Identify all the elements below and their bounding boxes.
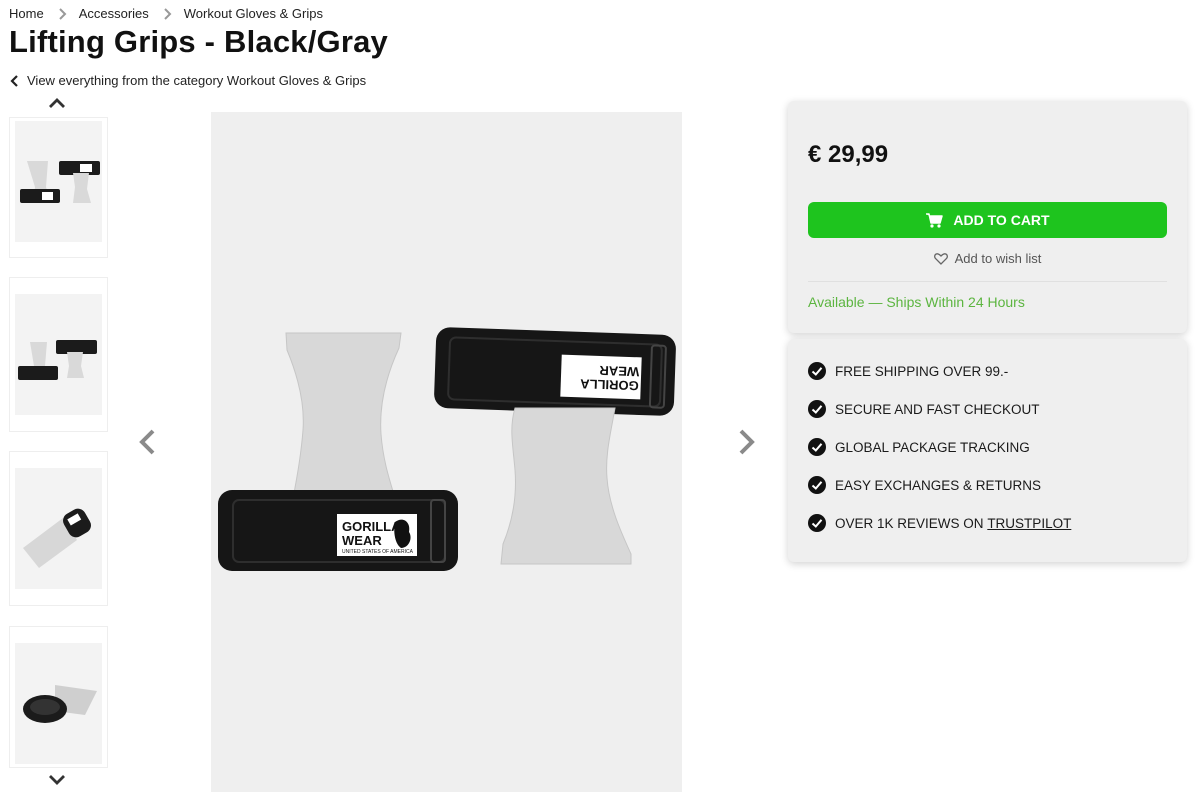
lifting-grips-illustration: GORILLA WEAR UNITED STATES OF AMERICA GO… bbox=[218, 327, 676, 571]
check-circle-icon bbox=[808, 400, 826, 418]
trustpilot-link[interactable]: TRUSTPILOT bbox=[987, 516, 1071, 531]
breadcrumb-home[interactable]: Home bbox=[9, 6, 44, 21]
brand-label-line3: UNITED STATES OF AMERICA bbox=[342, 549, 414, 555]
main-product-image: GORILLA WEAR UNITED STATES OF AMERICA GO… bbox=[211, 112, 682, 792]
category-back-link[interactable]: View everything from the category Workou… bbox=[9, 73, 366, 88]
check-circle-icon bbox=[808, 438, 826, 456]
availability-status: Available — Ships Within 24 Hours bbox=[808, 294, 1025, 310]
breadcrumb: Home Accessories Workout Gloves & Grips bbox=[9, 6, 323, 21]
divider bbox=[808, 281, 1167, 282]
breadcrumb-workout-gloves-grips[interactable]: Workout Gloves & Grips bbox=[184, 6, 323, 21]
thumbnail-1[interactable] bbox=[9, 117, 108, 258]
add-to-wishlist-link[interactable]: Add to wish list bbox=[788, 251, 1187, 266]
chevron-down-icon[interactable] bbox=[48, 773, 66, 787]
usp-reviews-prefix: OVER 1K REVIEWS ON bbox=[835, 515, 984, 531]
usp-item: GLOBAL PACKAGE TRACKING bbox=[808, 438, 1030, 456]
usp-item: SECURE AND FAST CHECKOUT bbox=[808, 400, 1040, 418]
chevron-up-icon[interactable] bbox=[48, 96, 66, 110]
page-title: Lifting Grips - Black/Gray bbox=[9, 24, 389, 59]
grips-image bbox=[18, 340, 97, 380]
add-to-wishlist-label: Add to wish list bbox=[954, 251, 1042, 266]
breadcrumb-accessories[interactable]: Accessories bbox=[79, 6, 149, 21]
add-to-cart-label: ADD TO CART bbox=[953, 212, 1050, 228]
check-circle-icon bbox=[808, 362, 826, 380]
add-to-cart-button[interactable]: ADD TO CART bbox=[808, 202, 1167, 238]
usp-label: GLOBAL PACKAGE TRACKING bbox=[835, 439, 1030, 455]
usp-label: SECURE AND FAST CHECKOUT bbox=[835, 401, 1040, 417]
grips-image bbox=[20, 161, 100, 203]
product-price: € 29,99 bbox=[808, 141, 889, 168]
brand-label-line2: WEAR bbox=[599, 363, 640, 379]
chevron-left-icon bbox=[10, 74, 18, 87]
thumbnail-3[interactable] bbox=[9, 451, 108, 606]
check-circle-icon bbox=[808, 476, 826, 494]
usp-label: EASY EXCHANGES & RETURNS bbox=[835, 477, 1042, 493]
thumbnail-2-image bbox=[15, 294, 102, 415]
usp-item: FREE SHIPPING OVER 99.- bbox=[808, 362, 1008, 380]
grip-closeup-image bbox=[23, 685, 97, 723]
usp-label: FREE SHIPPING OVER 99.- bbox=[835, 363, 1009, 379]
usp-item-reviews: OVER 1K REVIEWS ON TRUSTPILOT bbox=[808, 514, 1071, 532]
gallery-next-icon[interactable] bbox=[736, 428, 758, 456]
thumbnail-1-image bbox=[15, 121, 102, 242]
usp-item: EASY EXCHANGES & RETURNS bbox=[808, 476, 1041, 494]
chevron-right-icon bbox=[164, 7, 172, 20]
grip-hand-image bbox=[23, 508, 91, 568]
thumbnail-3-image bbox=[15, 468, 102, 589]
brand-label-line1: GORILLA bbox=[342, 519, 401, 534]
usp-box: FREE SHIPPING OVER 99.- SECURE AND FAST … bbox=[788, 339, 1187, 562]
thumbnail-4[interactable] bbox=[9, 626, 108, 768]
gallery-prev-icon[interactable] bbox=[136, 428, 158, 456]
thumbnail-4-image bbox=[15, 643, 102, 764]
chevron-right-icon bbox=[58, 7, 67, 20]
category-back-link-label: View everything from the category Workou… bbox=[27, 73, 367, 88]
thumbnail-2[interactable] bbox=[9, 277, 108, 432]
heart-icon bbox=[933, 252, 948, 265]
cart-icon bbox=[926, 212, 944, 228]
brand-label-line2: WEAR bbox=[342, 533, 382, 548]
check-circle-icon bbox=[808, 514, 826, 532]
buy-box: € 29,99 ADD TO CART Add to wish list Ava… bbox=[788, 101, 1187, 333]
